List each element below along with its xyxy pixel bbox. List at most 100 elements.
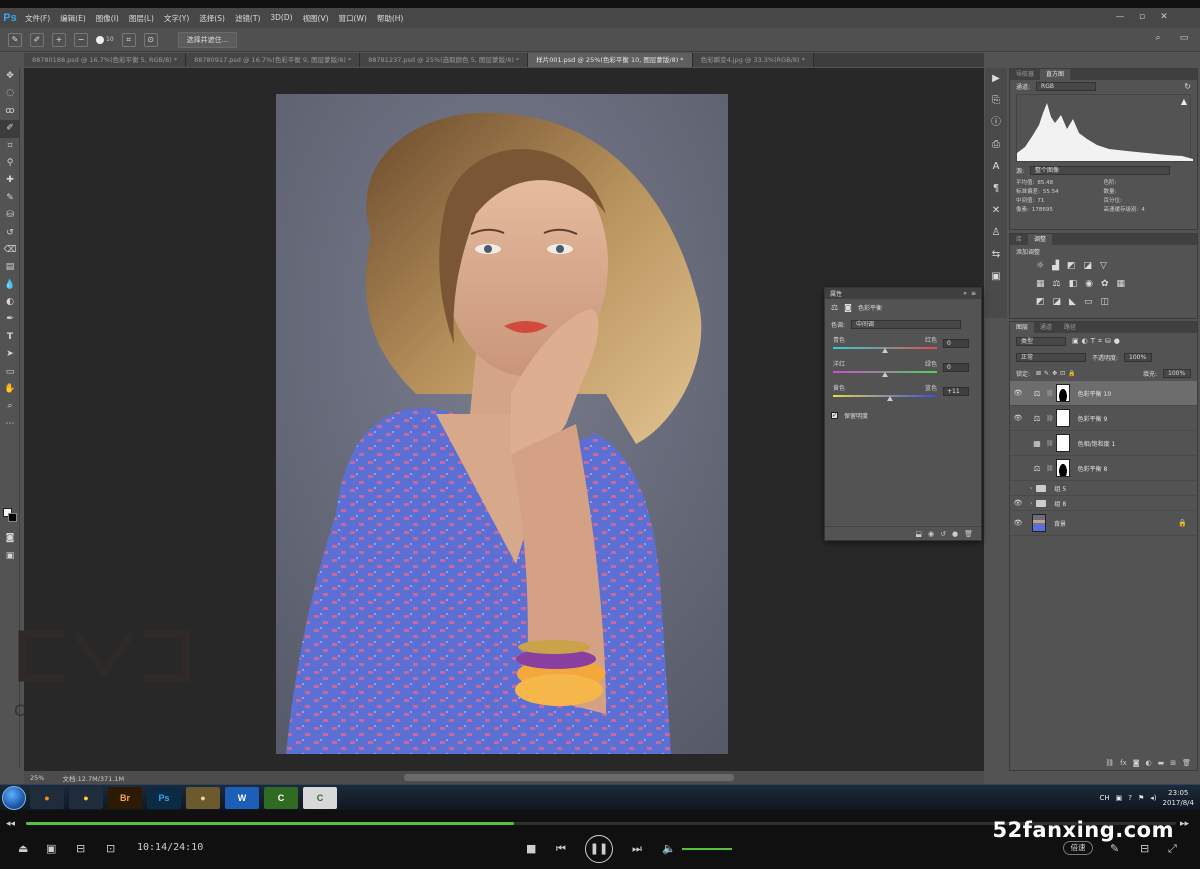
healing-tool-icon[interactable]: ✚ bbox=[0, 172, 20, 189]
link-layers-icon[interactable]: ⛓ bbox=[1105, 759, 1114, 767]
volume-slider[interactable] bbox=[682, 848, 732, 850]
crop-tool-icon[interactable]: ⌗ bbox=[0, 138, 20, 155]
brush-size-picker[interactable]: 10 bbox=[96, 35, 114, 44]
slider-thumb[interactable] bbox=[882, 348, 888, 353]
fullscreen-icon[interactable]: ⤢ bbox=[1168, 842, 1177, 856]
shape-tool-icon[interactable]: ▭ bbox=[0, 364, 20, 381]
document-tab[interactable]: 88781237.psd @ 25%(选取颜色 5, 图层蒙版/8) * bbox=[360, 53, 529, 67]
invert-icon[interactable]: ◩ bbox=[1036, 297, 1045, 307]
lock-icons[interactable]: ⊠✎✥⊡🔒 bbox=[1036, 370, 1079, 377]
posterize-icon[interactable]: ◪ bbox=[1053, 297, 1062, 307]
view-previous-icon[interactable]: ◉ bbox=[928, 530, 934, 538]
color-slider[interactable]: 洋红 绿色 0 bbox=[825, 357, 981, 381]
layer-mask-thumbnail[interactable] bbox=[1055, 409, 1070, 427]
sample-all-icon[interactable]: ⌗ bbox=[121, 32, 136, 47]
exposure-icon[interactable]: ◪ bbox=[1084, 261, 1093, 271]
new-layer-icon[interactable]: ⊞ bbox=[1170, 759, 1176, 767]
speed-button[interactable]: 倍速 bbox=[1063, 841, 1093, 855]
menu-item[interactable]: 选择(S) bbox=[194, 13, 230, 24]
gradient-tool-icon[interactable]: ▤ bbox=[0, 259, 20, 276]
more-tools-icon[interactable]: ⋯ bbox=[0, 416, 20, 433]
levels-icon[interactable]: ▟ bbox=[1052, 261, 1059, 271]
layer-group-row[interactable]: 👁 › 组 8 bbox=[1010, 496, 1197, 511]
new-group-icon[interactable]: ▬ bbox=[1158, 759, 1165, 767]
tools-cross-icon[interactable]: ✕ bbox=[985, 200, 1007, 222]
document-tab[interactable]: 88780188.psd @ 16.7%(色彩平衡 5, RGB/8) * bbox=[24, 53, 187, 67]
start-button[interactable] bbox=[2, 786, 26, 810]
slider-value-input[interactable]: 0 bbox=[943, 339, 969, 348]
visibility-eye-icon[interactable]: 👁 bbox=[1010, 414, 1026, 422]
menu-item[interactable]: 图像(I) bbox=[91, 13, 124, 24]
lasso-tool-icon[interactable]: ꝏ bbox=[0, 103, 20, 120]
black-white-icon[interactable]: ◧ bbox=[1069, 279, 1078, 289]
brush-settings-icon[interactable]: ⎙ bbox=[985, 134, 1007, 156]
maximize-button[interactable]: ▫ bbox=[1136, 11, 1148, 23]
paragraph-icon[interactable]: ¶ bbox=[985, 178, 1007, 200]
layer-mask-thumbnail[interactable] bbox=[1055, 384, 1070, 402]
play-action-icon[interactable]: ▶ bbox=[985, 68, 1007, 90]
mask-link-icon[interactable]: ⛓ bbox=[1046, 465, 1054, 472]
stop-icon[interactable]: ■ bbox=[526, 842, 536, 856]
slider-thumb[interactable] bbox=[882, 372, 888, 377]
color-slider[interactable]: 黄色 蓝色 +11 bbox=[825, 381, 981, 405]
pen-tool-icon[interactable]: ✒ bbox=[0, 311, 20, 328]
color-lookup-icon[interactable]: ▦ bbox=[1117, 279, 1126, 289]
selective-color-icon[interactable]: ◫ bbox=[1100, 297, 1109, 307]
layer-group-row[interactable]: › 组 5 bbox=[1010, 481, 1197, 496]
clip-icon[interactable]: ⬓ bbox=[915, 530, 922, 538]
expand-arrow-icon[interactable]: › bbox=[1030, 500, 1032, 507]
layer-row[interactable]: 👁 ⚖ ⛓ 色彩平衡 10 bbox=[1010, 381, 1197, 406]
zoom-level[interactable]: 25% bbox=[30, 774, 44, 782]
layer-mask-thumbnail[interactable] bbox=[1055, 459, 1070, 477]
clone-source-icon[interactable]: ♙ bbox=[985, 222, 1007, 244]
horizontal-scrollbar[interactable] bbox=[404, 774, 734, 781]
mask-link-icon[interactable]: ⛓ bbox=[1046, 415, 1054, 422]
mask-link-icon[interactable]: ⛓ bbox=[1046, 440, 1054, 447]
forward-icon[interactable]: ▸▸ bbox=[1180, 817, 1189, 831]
opacity-input[interactable]: 100% bbox=[1124, 352, 1153, 362]
blend-mode-select[interactable]: 正常 bbox=[1016, 352, 1086, 362]
curves-icon[interactable]: ◩ bbox=[1067, 261, 1076, 271]
close-button[interactable]: ✕ bbox=[1158, 11, 1170, 23]
brush-icon[interactable]: ✎ bbox=[8, 32, 22, 47]
playlist-icon[interactable]: ▣ bbox=[46, 842, 56, 856]
reset-icon[interactable]: ↺ bbox=[940, 530, 946, 538]
visibility-icon[interactable]: ● bbox=[952, 530, 958, 538]
swap-icon[interactable]: ⇆ bbox=[985, 244, 1007, 266]
network-icon[interactable]: ▣ bbox=[1116, 793, 1123, 803]
fill-input[interactable]: 100% bbox=[1163, 368, 1191, 378]
quick-select-icon[interactable]: ✐ bbox=[30, 32, 44, 47]
new-adjustment-icon[interactable]: ◐ bbox=[1146, 759, 1152, 767]
quick-select-tool-icon[interactable]: ✐ bbox=[0, 120, 20, 138]
character-icon[interactable]: A bbox=[985, 156, 1007, 178]
pause-button[interactable]: ❚❚ bbox=[585, 835, 613, 863]
preserve-checkbox[interactable]: ✓ bbox=[831, 411, 838, 419]
slider-track[interactable] bbox=[833, 395, 937, 397]
slider-thumb[interactable] bbox=[887, 396, 894, 401]
document-tab[interactable]: 88780917.psd @ 16.7%(色彩平衡 9, 图层蒙版/8) * bbox=[186, 53, 361, 67]
layer-row[interactable]: 👁 ⚖ ⛓ 色彩平衡 9 bbox=[1010, 406, 1197, 431]
channel-select[interactable]: RGB bbox=[1036, 81, 1097, 91]
add-select-icon[interactable]: + bbox=[52, 32, 66, 47]
menu-item[interactable]: 滤镜(T) bbox=[230, 13, 265, 24]
brush-tool-icon[interactable]: ✎ bbox=[0, 190, 20, 207]
hand-tool-icon[interactable]: ✋ bbox=[0, 381, 20, 398]
threshold-icon[interactable]: ◣ bbox=[1069, 297, 1076, 307]
gradient-map-icon[interactable]: ▭ bbox=[1084, 297, 1093, 307]
document-image[interactable] bbox=[276, 94, 728, 754]
slider-value-input[interactable]: 0 bbox=[943, 363, 969, 372]
color-balance-icon[interactable]: ⚖ bbox=[1053, 279, 1061, 289]
doc-size[interactable]: 文档:12.7M/371.1M bbox=[62, 773, 124, 783]
camtasia-app-icon[interactable]: C bbox=[264, 787, 298, 809]
clock[interactable]: 23:05 2017/8/4 bbox=[1163, 788, 1194, 808]
camtasia-recorder-icon[interactable]: C bbox=[303, 787, 337, 809]
chrome-icon[interactable]: ● bbox=[69, 787, 103, 809]
history-brush-tool-icon[interactable]: ↺ bbox=[0, 225, 20, 242]
marquee-tool-icon[interactable]: ◌ bbox=[0, 85, 20, 102]
eject-icon[interactable]: ⏏ bbox=[18, 842, 28, 856]
tab-paths[interactable]: 路径 bbox=[1058, 322, 1082, 333]
mask-icon[interactable]: ◙ bbox=[844, 303, 852, 312]
slider-value-input[interactable]: +11 bbox=[943, 387, 969, 396]
menu-item[interactable]: 帮助(H) bbox=[372, 13, 409, 24]
fx-icon[interactable]: fx bbox=[1120, 759, 1127, 767]
